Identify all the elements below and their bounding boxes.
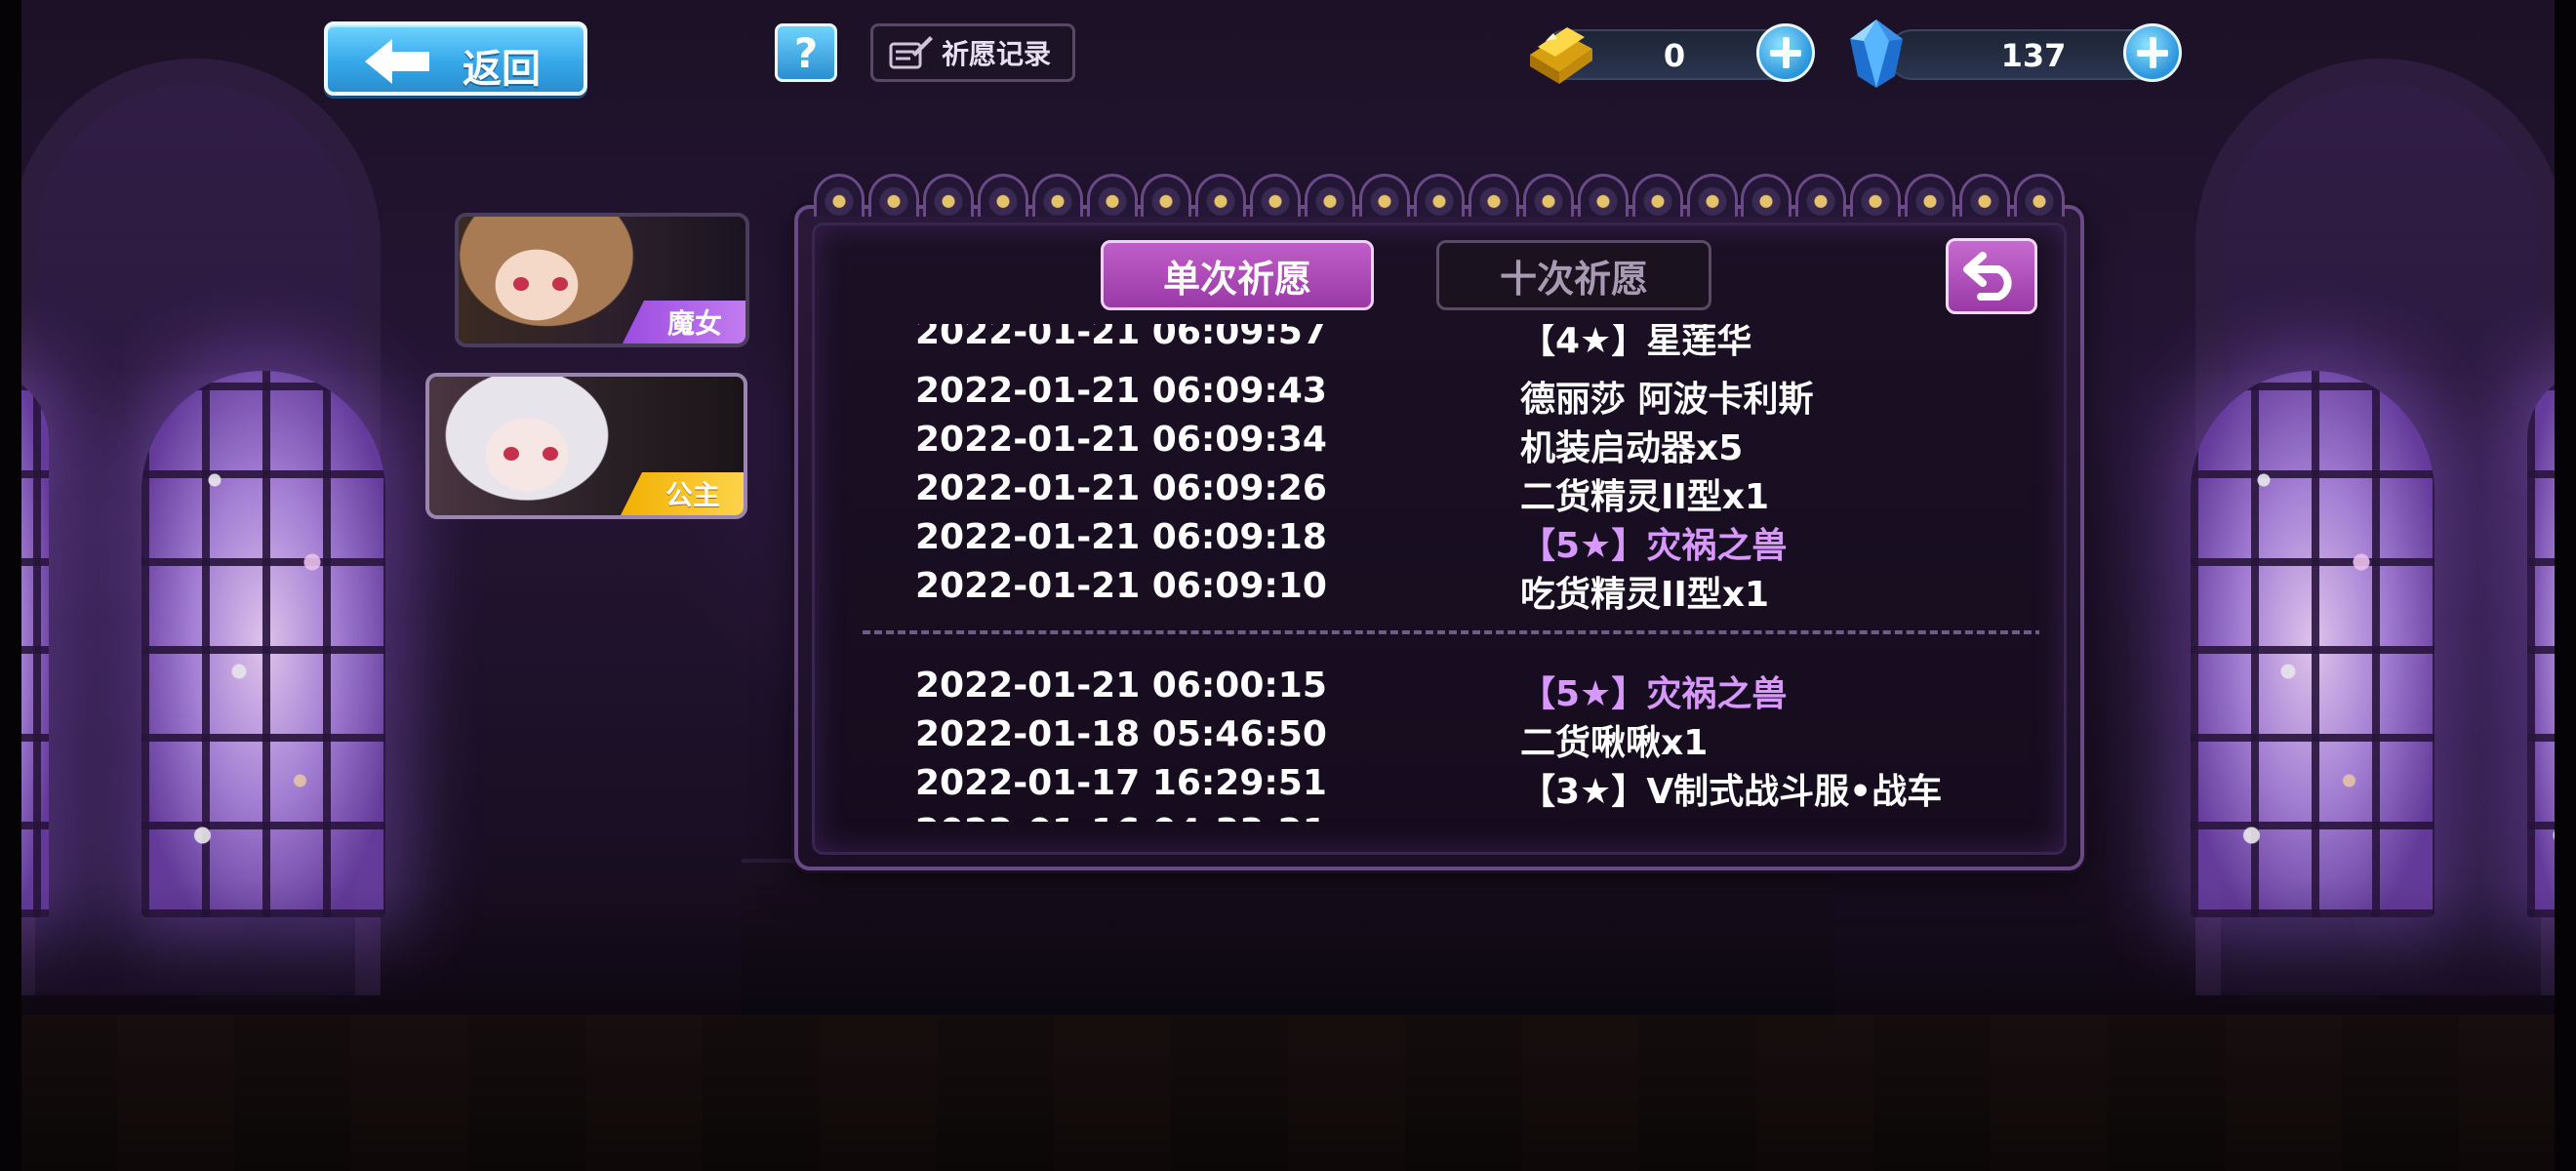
- scallop-ornament: [922, 174, 974, 217]
- scallop-ornament: [1522, 174, 1574, 217]
- record-time: 2022-01-21 06:09:26: [915, 468, 1327, 508]
- record-time: 2022-01-21 06:09:43: [915, 371, 1327, 411]
- scallop-ornament: [1850, 174, 1902, 217]
- scallop-ornament: [1031, 174, 1083, 217]
- record-row: 2022-01-21 06:09:57 【4★】星莲华: [849, 324, 2039, 361]
- scallop-ornament: [1631, 174, 1683, 217]
- record-row: 2022-01-21 06:09:43 德丽莎 阿波卡利斯: [849, 367, 2039, 420]
- scallop-ornament: [1468, 174, 1519, 217]
- scallop-ornament: [1305, 174, 1356, 217]
- stained-glass-window: [141, 371, 385, 917]
- tab-ten-wish[interactable]: 十次祈愿: [1436, 240, 1711, 310]
- record-item: 【3★】V制式战斗服•战车: [1520, 772, 1943, 812]
- add-gold-button[interactable]: [1756, 23, 1815, 82]
- record-time: 2022-01-21 06:09:34: [915, 420, 1327, 460]
- tab-single-wish[interactable]: 单次祈愿: [1101, 240, 1374, 310]
- record-time: 2022-01-17 16:29:51: [915, 763, 1327, 803]
- scallop-ornament: [1413, 174, 1465, 217]
- witch-tag: 魔女: [622, 301, 745, 343]
- record-item-rare: 【5★】灾祸之兽: [1520, 674, 1788, 714]
- gold-bar-icon: [1530, 27, 1592, 84]
- portrait-eye: [552, 277, 568, 291]
- record-list[interactable]: 2022-01-21 06:09:57 【4★】星莲华 2022-01-21 0…: [849, 324, 2039, 822]
- scallop-ornament: [1577, 174, 1629, 217]
- scallop-ornament: [814, 174, 865, 217]
- left-letterbox: [0, 0, 21, 1171]
- bottom-shade: [0, 878, 2576, 1171]
- record-row: 2022-01-21 06:09:26 二货精灵II型x1: [849, 464, 2039, 517]
- quill-note-icon: [889, 36, 933, 69]
- record-item: 德丽莎 阿波卡利斯: [1520, 380, 1814, 420]
- scallop-ornament: [1086, 174, 1138, 217]
- record-row: 2022-01-16 04:33:21 吃货精灵II型x1: [849, 808, 2039, 822]
- wish-record-label: 祈愿记录: [942, 38, 1052, 70]
- wish-record-button[interactable]: 祈愿记录: [870, 23, 1075, 82]
- record-item-rare: 【5★】灾祸之兽: [1520, 526, 1788, 566]
- record-time: 2022-01-18 05:46:50: [915, 714, 1327, 754]
- scallop-ornament: [1905, 174, 1956, 217]
- scallop-ornament: [1141, 174, 1192, 217]
- record-item: 机装启动器x5: [1520, 428, 1744, 468]
- blue-crystal-icon: [1850, 20, 1903, 88]
- record-time: 2022-01-21 06:09:57: [915, 324, 1327, 352]
- record-item: 【4★】星莲华: [1520, 324, 1752, 361]
- record-row: 2022-01-18 05:46:50 二货啾啾x1: [849, 710, 2039, 763]
- question-icon: ?: [793, 28, 819, 77]
- scallop-ornament: [1959, 174, 2011, 217]
- add-crystal-button[interactable]: [2123, 23, 2182, 82]
- record-item: 吃货精灵II型x1: [1520, 812, 1769, 822]
- record-row: 2022-01-21 06:00:15 【5★】灾祸之兽: [849, 662, 2039, 714]
- record-item: 二货精灵II型x1: [1520, 477, 1770, 517]
- scallop-ornament: [1195, 174, 1247, 217]
- witch-banner-card[interactable]: 魔女: [455, 213, 749, 347]
- panel-scallop-trim: [814, 174, 2065, 217]
- stained-glass-window: [2191, 371, 2435, 917]
- scallop-ornament: [867, 174, 919, 217]
- record-row: 2022-01-21 06:09:18 【5★】灾祸之兽: [849, 513, 2039, 566]
- scallop-ornament: [2013, 174, 2065, 217]
- record-row: 2022-01-21 06:09:34 机装启动器x5: [849, 416, 2039, 468]
- record-item: 吃货精灵II型x1: [1520, 575, 1770, 615]
- record-row: 2022-01-21 06:09:10 吃货精灵II型x1: [849, 562, 2039, 615]
- left-arrow-icon: [365, 39, 429, 84]
- scallop-ornament: [1359, 174, 1411, 217]
- portrait-eye: [513, 277, 529, 291]
- right-letterbox: [2555, 0, 2576, 1171]
- portrait-eye: [543, 447, 558, 461]
- back-label: 返回: [463, 47, 541, 92]
- help-button[interactable]: ?: [775, 23, 837, 82]
- return-arrow-icon: [1963, 252, 2012, 301]
- portrait-eye: [503, 447, 519, 461]
- scallop-ornament: [1250, 174, 1302, 217]
- princess-tag: 公主: [620, 472, 744, 515]
- back-button[interactable]: 返回: [324, 21, 587, 96]
- record-group-divider: [863, 630, 2039, 634]
- return-button[interactable]: [1946, 238, 2037, 314]
- scallop-ornament: [1795, 174, 1847, 217]
- record-time: 2022-01-21 06:09:18: [915, 517, 1327, 557]
- record-time: 2022-01-16 04:33:21: [915, 812, 1327, 822]
- record-time: 2022-01-21 06:00:15: [915, 666, 1327, 706]
- princess-banner-card[interactable]: 公主: [425, 373, 747, 519]
- scallop-ornament: [977, 174, 1028, 217]
- scallop-ornament: [1741, 174, 1792, 217]
- scallop-ornament: [1686, 174, 1738, 217]
- record-item: 二货啾啾x1: [1520, 723, 1709, 763]
- record-time: 2022-01-21 06:09:10: [915, 566, 1327, 606]
- record-row: 2022-01-17 16:29:51 【3★】V制式战斗服•战车: [849, 759, 2039, 812]
